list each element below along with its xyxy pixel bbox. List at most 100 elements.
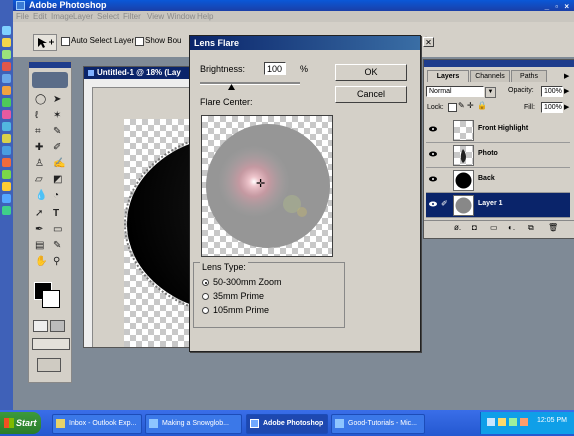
star-icon[interactable] — [2, 182, 11, 191]
volume-tray-icon[interactable] — [498, 418, 506, 426]
eraser-tool-icon[interactable]: ▱ — [35, 174, 43, 185]
pen-tool-icon[interactable]: ✒ — [35, 224, 43, 235]
blend-mode-select[interactable]: Normal — [426, 86, 484, 97]
menu-edit[interactable]: Edit — [33, 11, 47, 22]
cancel-button[interactable]: Cancel — [335, 86, 407, 103]
canvas[interactable] — [124, 119, 194, 347]
brush-tool-icon[interactable]: ✐ — [53, 142, 61, 153]
chat-icon[interactable] — [2, 86, 11, 95]
brightness-slider-track[interactable] — [200, 82, 300, 85]
ok-button[interactable]: OK — [335, 64, 407, 81]
layer-row-layer-1[interactable]: ✐ Layer 1 — [426, 193, 570, 218]
notes-icon[interactable] — [2, 134, 11, 143]
new-layer-icon[interactable]: ⧉ — [528, 223, 534, 233]
menu-help[interactable]: Help — [197, 11, 213, 22]
eyedropper-icon[interactable]: ✎ — [53, 240, 61, 251]
brightness-input[interactable]: 100 — [264, 62, 286, 75]
lock-brush-icon[interactable]: ✎ — [458, 101, 465, 110]
chevron-down-icon[interactable]: ▼ — [485, 87, 496, 98]
lock-all-icon[interactable]: 🔒 — [477, 101, 487, 110]
folder-icon[interactable] — [2, 38, 11, 47]
show-bounding-checkbox[interactable] — [135, 37, 144, 46]
lock-transparency-checkbox[interactable] — [448, 103, 457, 112]
eye-icon[interactable] — [429, 126, 437, 132]
layer-row-front-highlight[interactable]: Front Highlight — [426, 118, 570, 143]
lens-35-radio[interactable] — [202, 293, 209, 300]
brightness-slider-thumb[interactable] — [227, 84, 235, 90]
move-tool-icon[interactable]: ➤ — [53, 94, 61, 105]
lens-35-label[interactable]: 35mm Prime — [213, 291, 264, 301]
type-tool-icon[interactable]: T — [53, 208, 59, 219]
desktop-icon[interactable] — [2, 194, 11, 203]
layer-mask-icon[interactable]: ◘ — [472, 223, 477, 232]
dodge-tool-icon[interactable]: ◔ — [53, 190, 59, 201]
tools-grip[interactable] — [29, 62, 71, 68]
menu-file[interactable]: File — [16, 11, 29, 22]
opacity-arrow-icon[interactable]: ▶ — [564, 87, 569, 95]
document-title-bar[interactable]: Untitled-1 @ 18% (Lay — [84, 67, 194, 79]
taskbar-button-good-tutorials[interactable]: Good-Tutorials - Mic... — [331, 414, 425, 434]
blur-tool-icon[interactable]: 💧 — [35, 190, 47, 201]
eye-icon[interactable] — [429, 151, 437, 157]
tab-channels[interactable]: Channels — [470, 70, 510, 82]
lens-105-label[interactable]: 105mm Prime — [213, 305, 269, 315]
mail-icon[interactable] — [2, 122, 11, 131]
start-button[interactable]: Start — [0, 412, 41, 434]
menu-filter[interactable]: Filter — [123, 11, 141, 22]
hand-tool-icon[interactable]: ✋ — [35, 256, 47, 267]
taskbar-button-snowglobe[interactable]: Making a Snowglob... — [145, 414, 242, 434]
opacity-input[interactable]: 100% — [541, 86, 563, 97]
menu-view[interactable]: View — [147, 11, 164, 22]
paint-icon[interactable] — [2, 110, 11, 119]
palette-menu-icon[interactable]: ▶ — [564, 72, 569, 80]
healing-tool-icon[interactable]: ✚ — [35, 142, 43, 153]
security-tray-icon[interactable] — [509, 418, 517, 426]
layer-row-photo[interactable]: Photo — [426, 143, 570, 168]
jump-to-imageready-icon[interactable] — [37, 358, 61, 372]
ie-icon[interactable] — [2, 26, 11, 35]
fill-arrow-icon[interactable]: ▶ — [564, 103, 569, 111]
lens-105-radio[interactable] — [202, 307, 209, 314]
notes-tool-icon[interactable]: ▤ — [35, 240, 44, 251]
flare-preview[interactable]: ✛ — [201, 115, 333, 257]
lock-move-icon[interactable]: ✛ — [467, 101, 474, 110]
layer-row-back[interactable]: Back — [426, 168, 570, 193]
globe-icon[interactable] — [2, 146, 11, 155]
app-icon[interactable] — [2, 50, 11, 59]
flare-center-crosshair-icon[interactable]: ✛ — [256, 177, 265, 190]
slice-tool-icon[interactable]: ✎ — [53, 126, 61, 137]
shield-icon[interactable] — [2, 206, 11, 215]
move-tool-preset[interactable] — [33, 34, 57, 51]
lasso-tool-icon[interactable]: ℓ — [35, 110, 38, 121]
auto-select-checkbox[interactable] — [61, 37, 70, 46]
browser-icon[interactable] — [2, 98, 11, 107]
eye-icon[interactable] — [429, 201, 437, 207]
media-icon[interactable] — [2, 62, 11, 71]
network-icon[interactable] — [2, 74, 11, 83]
menu-image[interactable]: Image — [51, 11, 73, 22]
tab-paths[interactable]: Paths — [511, 70, 547, 82]
quickmask-mode-icon[interactable] — [50, 320, 65, 332]
standard-mode-icon[interactable] — [33, 320, 48, 332]
stamp-tool-icon[interactable]: ♙ — [35, 158, 44, 169]
magic-wand-icon[interactable]: ✶ — [53, 110, 61, 121]
screen-mode-icons[interactable] — [32, 338, 70, 350]
layer-style-icon[interactable]: ø. — [454, 223, 461, 232]
crop-tool-icon[interactable]: ⌗ — [35, 126, 41, 137]
clock[interactable]: 12:05 PM — [537, 417, 567, 424]
fill-input[interactable]: 100% — [541, 102, 563, 113]
background-color-swatch[interactable] — [42, 290, 60, 308]
menu-window[interactable]: Window — [167, 11, 195, 22]
network-tray-icon[interactable] — [487, 418, 495, 426]
shape-tool-icon[interactable]: ▭ — [53, 224, 62, 235]
messenger-tray-icon[interactable] — [520, 418, 528, 426]
marquee-tool-icon[interactable]: ◯ — [35, 94, 46, 105]
taskbar-button-outlook[interactable]: Inbox - Outlook Exp... — [52, 414, 142, 434]
layers-grip[interactable] — [424, 60, 574, 67]
imageready-icon[interactable] — [32, 72, 68, 88]
tool-icon[interactable] — [2, 158, 11, 167]
dialog-title-bar[interactable]: Lens Flare — [190, 36, 420, 50]
menu-layer[interactable]: Layer — [73, 11, 93, 22]
lens-50-300-radio[interactable] — [202, 279, 209, 286]
path-select-icon[interactable]: ➚ — [35, 208, 43, 219]
